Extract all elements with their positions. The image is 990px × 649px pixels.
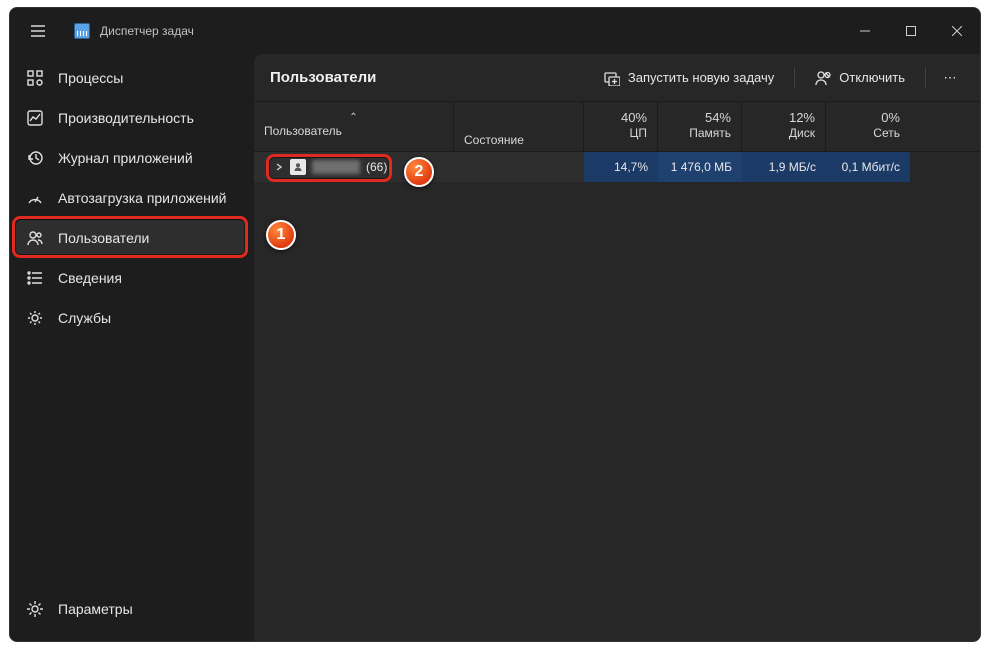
gauge-icon (26, 189, 44, 207)
col-user[interactable]: ⌃ Пользователь (254, 102, 454, 151)
titlebar: Диспетчер задач (10, 8, 980, 54)
window-controls (842, 11, 980, 51)
list-icon (26, 269, 44, 287)
nav-performance[interactable]: Производительность (16, 100, 248, 136)
sort-caret-icon: ⌃ (349, 112, 357, 123)
cell-state (454, 152, 584, 182)
gear-icon (26, 309, 44, 327)
col-label: Состояние (464, 133, 524, 147)
toolbar: Пользователи Запустить новую задачу Откл… (254, 54, 980, 102)
col-pct: 40% (621, 110, 647, 125)
chevron-right-icon[interactable] (274, 162, 284, 172)
button-label: Запустить новую задачу (628, 70, 774, 85)
table-header: ⌃ Пользователь Состояние 40% ЦП 54% Памя… (254, 102, 980, 152)
nav-label: Автозагрузка приложений (58, 190, 227, 206)
col-state[interactable]: Состояние (454, 102, 584, 151)
button-label: Отключить (839, 70, 905, 85)
run-task-icon (604, 70, 620, 86)
col-pct: 0% (881, 110, 900, 125)
nav-label: Службы (58, 310, 111, 326)
user-suffix: (66) (366, 160, 387, 174)
more-button[interactable]: ⋯ (934, 61, 968, 95)
disconnect-button[interactable]: Отключить (803, 61, 917, 95)
maximize-button[interactable] (888, 11, 934, 51)
main-panel: Пользователи Запустить новую задачу Откл… (254, 54, 980, 641)
col-pct: 54% (705, 110, 731, 125)
page-title: Пользователи (266, 69, 376, 86)
col-label: Память (689, 126, 731, 140)
user-avatar-icon (290, 159, 306, 175)
cell-disk: 1,9 МБ/с (742, 152, 826, 182)
col-label: ЦП (629, 126, 647, 140)
menu-button[interactable] (20, 13, 56, 49)
history-icon (26, 149, 44, 167)
divider (794, 67, 795, 89)
app-title: Диспетчер задач (100, 24, 194, 38)
user-row[interactable]: (66) 14,7% 1 476,0 МБ 1,9 МБ/с 0,1 Мбит/… (254, 152, 980, 182)
nav-label: Журнал приложений (58, 150, 193, 166)
nav-details[interactable]: Сведения (16, 260, 248, 296)
disconnect-icon (815, 70, 831, 86)
cell-network: 0,1 Мбит/с (826, 152, 910, 182)
nav-processes[interactable]: Процессы (16, 60, 248, 96)
col-label: Диск (789, 126, 815, 140)
col-label: Пользователь (264, 124, 342, 138)
col-memory[interactable]: 54% Память (658, 102, 742, 151)
col-label: Сеть (873, 126, 900, 140)
cell-user: (66) (254, 152, 454, 182)
minimize-button[interactable] (842, 11, 888, 51)
col-cpu[interactable]: 40% ЦП (584, 102, 658, 151)
col-pct: 12% (789, 110, 815, 125)
nav-startup[interactable]: Автозагрузка приложений (16, 180, 248, 216)
nav-label: Сведения (58, 270, 122, 286)
cell-memory: 1 476,0 МБ (658, 152, 742, 182)
nav-label: Пользователи (58, 230, 149, 246)
chart-icon (26, 109, 44, 127)
grid-icon (26, 69, 44, 87)
divider (925, 67, 926, 89)
users-table: ⌃ Пользователь Состояние 40% ЦП 54% Памя… (254, 102, 980, 641)
app-icon (74, 23, 90, 39)
nav-label: Процессы (58, 70, 123, 86)
nav-apphistory[interactable]: Журнал приложений (16, 140, 248, 176)
nav-label: Производительность (58, 110, 194, 126)
close-button[interactable] (934, 11, 980, 51)
username-redacted (312, 160, 360, 174)
ellipsis-icon: ⋯ (944, 70, 959, 86)
sidebar: Процессы Производительность Журнал прило… (10, 54, 254, 641)
task-manager-window: Диспетчер задач Процессы Производительно… (9, 7, 981, 642)
run-new-task-button[interactable]: Запустить новую задачу (592, 61, 786, 95)
nav-services[interactable]: Службы (16, 300, 248, 336)
settings-icon (26, 600, 44, 618)
nav-settings[interactable]: Параметры (16, 591, 248, 627)
nav-users[interactable]: Пользователи (16, 220, 248, 256)
nav-label: Параметры (58, 601, 133, 617)
users-icon (26, 229, 44, 247)
col-disk[interactable]: 12% Диск (742, 102, 826, 151)
col-network[interactable]: 0% Сеть (826, 102, 910, 151)
cell-cpu: 14,7% (584, 152, 658, 182)
